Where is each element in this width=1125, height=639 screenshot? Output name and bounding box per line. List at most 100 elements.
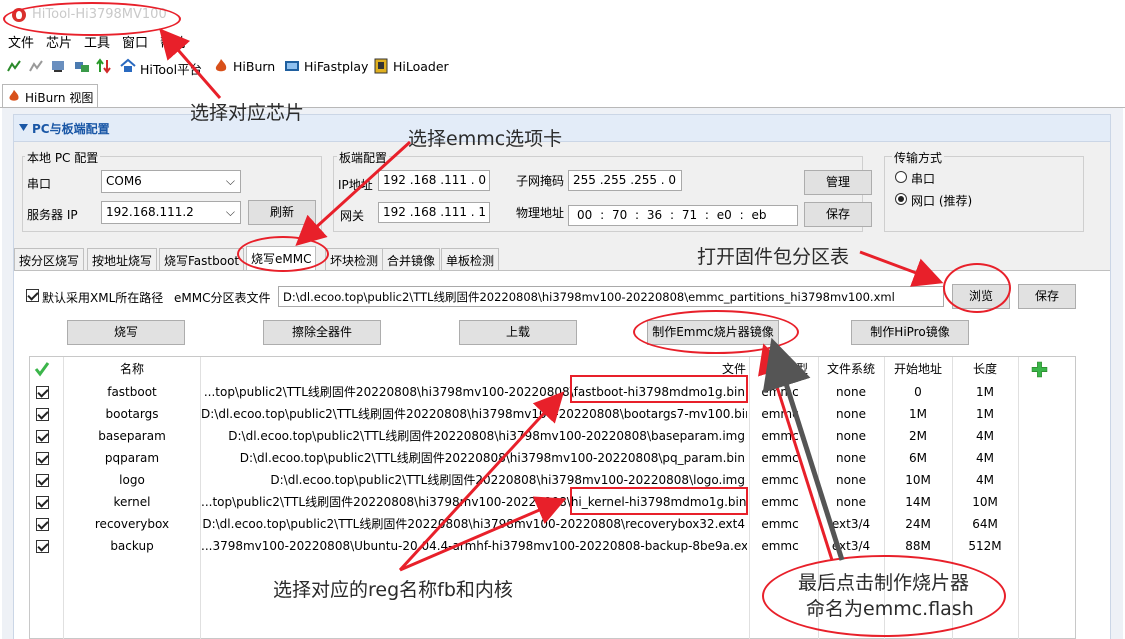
manage-button[interactable]: 管理 [804,170,872,195]
hifastplay-icon[interactable] [284,58,300,74]
row-start: 24M [905,517,931,531]
row-length: 64M [972,517,998,531]
mac-field[interactable]: 00 : 70 : 36 : 71 : e0 : eb [568,205,798,226]
row-checkbox[interactable] [36,474,49,487]
transfer-arrows-icon[interactable] [96,58,112,74]
row-file[interactable]: D:\dl.ecoo.top\public2\TTL线刷固件20220808\h… [201,447,747,469]
row-fs: none [836,385,866,399]
tab-board-check[interactable]: 单板检测 [441,248,500,270]
serial-value: COM6 [106,174,142,188]
mac-label: 物理地址 [516,206,565,220]
browse-highlight-ellipse [943,263,1011,313]
serial-select[interactable]: COM6 ⌵ [101,170,241,193]
col-length-header: 长度 [972,362,997,376]
tab-partition-burn[interactable]: 按分区烧写 [14,248,85,270]
view-tab-label: HiBurn 视图 [25,91,94,105]
row-file[interactable]: ...3798mv100-20220808\Ubuntu-20.04.4-arm… [201,535,747,557]
row-name: backup [110,539,154,553]
network-radio[interactable] [895,193,907,205]
row-length: 1M [976,407,994,421]
tab-bad-block[interactable]: 坏块检测 [325,248,384,270]
home-icon[interactable] [120,58,136,74]
row-checkbox[interactable] [36,386,49,399]
make-emmc-highlight-ellipse [633,310,799,354]
menu-window[interactable]: 窗口 [122,32,148,51]
server-ip-label: 服务器 IP [27,208,78,222]
board-save-button[interactable]: 保存 [804,202,872,227]
row-name: pqparam [104,451,160,465]
hiburn-button[interactable]: HiBurn [233,59,275,74]
menu-file[interactable]: 文件 [8,32,34,51]
col-name-header: 名称 [119,362,144,376]
row-start: 88M [905,539,931,553]
row-checkbox[interactable] [36,408,49,421]
server-ip-select[interactable]: 192.168.111.2 ⌵ [101,201,241,224]
upload-button[interactable]: 上载 [459,320,577,345]
annotation-select-emmc: 选择emmc选项卡 [408,128,563,150]
fastboot-file-highlight [570,375,748,403]
row-start: 10M [905,473,931,487]
gateway-field[interactable]: 192 .168 .111 . 1 [378,202,490,223]
row-name: fastboot [107,385,157,399]
hiloader-icon[interactable] [373,58,389,74]
row-length: 4M [976,429,994,443]
tab-fastboot-burn[interactable]: 烧写Fastboot [159,248,245,270]
row-file[interactable]: D:\dl.ecoo.top\public2\TTL线刷固件20220808\h… [201,403,747,425]
column-divider [1018,357,1019,639]
menu-help[interactable]: 帮助 [160,32,186,51]
hiburn-icon[interactable] [213,58,229,74]
row-name: logo [119,473,145,487]
ip-field[interactable]: 192 .168 .111 . 0 [378,170,490,191]
serial-radio-label: 串口 [911,172,936,186]
select-all-check-icon[interactable] [34,361,50,377]
subnet-mask-label: 子网掩码 [516,174,565,188]
row-fs: ext3/4 [831,517,871,531]
serial-radio[interactable] [895,171,907,183]
burn-button[interactable]: 烧写 [67,320,185,345]
emmc-save-button[interactable]: 保存 [1018,284,1076,309]
partition-file-field[interactable]: D:\dl.ecoo.top\public2\TTL线刷固件20220808\h… [278,286,944,307]
row-fs: ext3/4 [831,539,871,553]
network-radio-label: 网口 (推荐) [911,194,973,208]
annotation-select-reg: 选择对应的reg名称fb和内核 [273,579,513,601]
erase-all-button[interactable]: 擦除全器件 [263,320,381,345]
collapse-arrow-icon[interactable] [19,124,28,131]
row-checkbox[interactable] [36,430,49,443]
row-file[interactable]: D:\dl.ecoo.top\public2\TTL线刷固件20220808\h… [201,513,747,535]
tab-address-burn[interactable]: 按地址烧写 [87,248,158,270]
row-type: emmc [761,429,799,443]
row-name: kernel [113,495,151,509]
row-checkbox[interactable] [36,540,49,553]
row-type: emmc [761,495,799,509]
refresh-button[interactable]: 刷新 [248,200,316,225]
hifastplay-button[interactable]: HiFastplay [304,59,368,74]
hitool-platform-button[interactable]: HiTool平台 [140,59,202,78]
disconnect-icon[interactable] [28,58,44,74]
menu-bar: 文件 芯片 工具 窗口 帮助 [0,30,1125,51]
column-divider [749,357,750,639]
subnet-mask-field[interactable]: 255 .255 .255 . 0 [568,170,682,191]
server-ip-value: 192.168.111.2 [106,205,194,219]
chevron-down-icon: ⌵ [225,205,235,219]
annotation-final-step-2: 命名为emmc.flash [806,598,974,620]
row-length: 1M [976,385,994,399]
make-hipro-image-button[interactable]: 制作HiPro镜像 [851,320,969,345]
row-start: 0 [914,385,922,399]
serial-config-icon[interactable] [50,58,66,74]
row-length: 4M [976,451,994,465]
row-type: emmc [761,517,799,531]
gateway-label: 网关 [340,209,365,223]
hiloader-button[interactable]: HiLoader [393,59,449,74]
add-row-plus-icon[interactable] [1031,361,1048,378]
connect-icon[interactable] [6,58,22,74]
row-checkbox[interactable] [36,496,49,509]
title-highlight-ellipse [3,2,181,36]
row-length: 10M [972,495,998,509]
row-file[interactable]: D:\dl.ecoo.top\public2\TTL线刷固件20220808\h… [201,425,747,447]
default-xml-checkbox[interactable] [26,289,39,302]
row-checkbox[interactable] [36,518,49,531]
network-config-icon[interactable] [74,58,90,74]
hiburn-view-tab[interactable]: HiBurn 视图 [2,84,98,108]
tab-merge-image[interactable]: 合并镜像 [382,248,441,270]
row-checkbox[interactable] [36,452,49,465]
